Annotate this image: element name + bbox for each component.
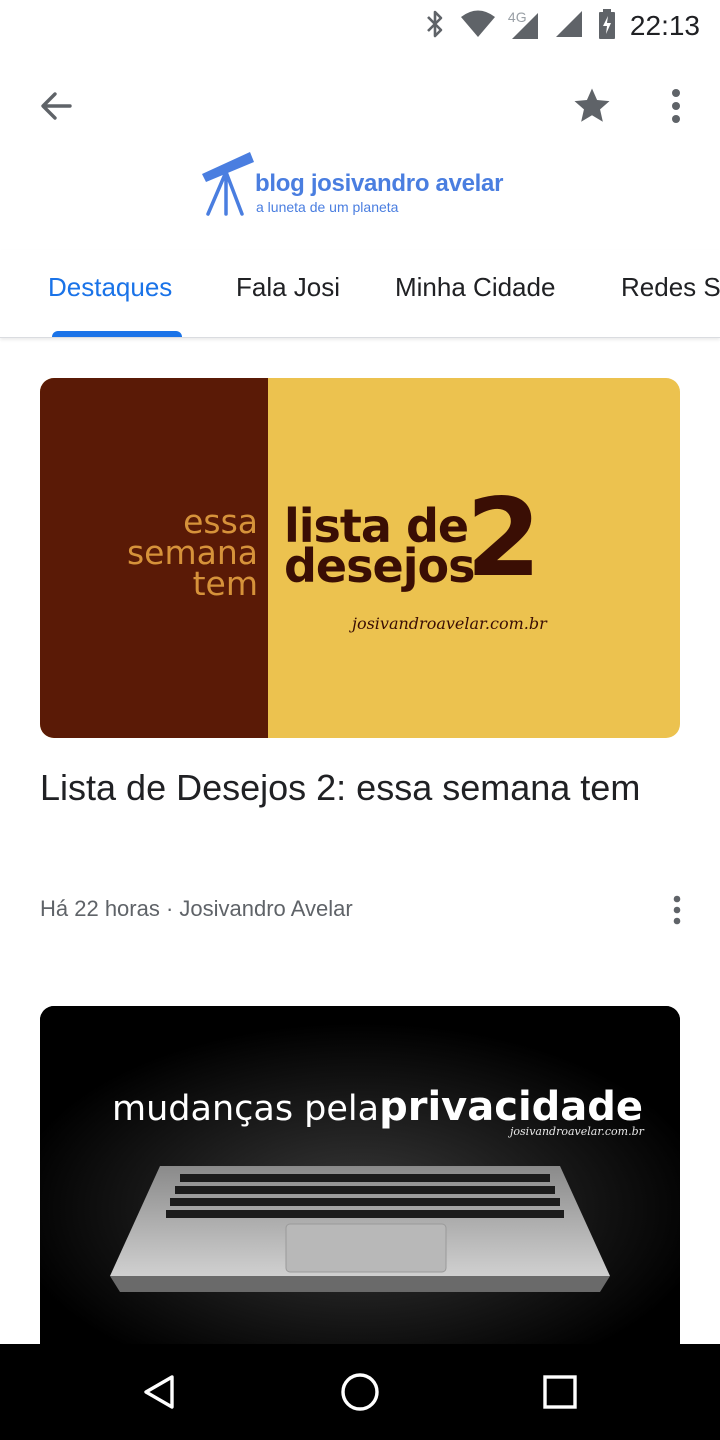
status-bar: 4G 22:13 [0,0,720,52]
article-meta: Há 22 horas · Josivandro Avelar [40,896,353,921]
follow-star-button[interactable] [562,78,622,134]
logo-subtitle: a luneta de um planeta [256,199,399,215]
tab-destaques[interactable]: Destaques [48,272,172,303]
tab-fala-josi[interactable]: Fala Josi [236,272,340,303]
back-triangle-icon [144,1375,174,1409]
nav-home-button[interactable] [336,1368,384,1416]
nav-recents-button[interactable] [536,1368,584,1416]
active-tab-indicator [52,331,182,337]
image-text-line: desejos [284,539,475,593]
logo-title: blog josivandro avelar [255,170,504,197]
image-url: josivandroavelar.com.br [352,614,547,633]
image-text-line: tem [192,564,258,603]
overflow-menu-button[interactable] [650,78,702,134]
signal-icon [554,9,584,44]
arrow-back-icon [41,92,72,120]
nav-back-button[interactable] [136,1368,184,1416]
image-left-text: essa semana tem [127,505,258,603]
image-left-panel: essa semana tem [40,378,268,738]
section-tabs: Destaques Fala Josi Minha Cidade Redes S [0,250,720,338]
system-nav-bar [0,1344,720,1440]
star-icon [574,88,610,122]
image-headline: mudanças pelaprivacidade [112,1084,643,1130]
image-number: 2 [466,476,542,601]
article-image[interactable]: mudanças pelaprivacidade josivandroavela… [40,1006,680,1344]
tab-minha-cidade[interactable]: Minha Cidade [395,272,555,303]
article-title[interactable]: Lista de Desejos 2: essa semana tem [40,764,680,812]
more-vert-icon [672,89,680,123]
publication-logo: blog josivandro avelar a luneta de um pl… [196,142,536,222]
status-time: 22:13 [629,10,700,41]
network-type-label: 4G [507,9,527,25]
tab-redes-sociais[interactable]: Redes S [621,272,720,303]
more-vert-icon [673,895,681,925]
wifi-icon [460,10,496,43]
laptop-illustration [40,1006,680,1344]
bluetooth-icon [424,9,446,44]
image-headline-bold: privacidade [379,1084,644,1130]
status-icons: 4G 22:13 [424,8,700,44]
image-headline-light: mudanças pela [112,1089,380,1129]
recents-square-icon [543,1375,577,1409]
image-title-text: lista de desejos [284,503,475,593]
app-bar [0,60,720,150]
battery-charging-icon [598,8,616,44]
telescope-icon [202,152,254,216]
article-more-button[interactable] [660,890,694,930]
back-button[interactable] [28,78,84,134]
signal-icon: 4G [507,9,540,41]
article-image[interactable]: essa semana tem lista de desejos 2 josiv… [40,378,680,738]
image-url: josivandroavelar.com.br [510,1125,644,1138]
home-circle-icon [341,1373,379,1411]
